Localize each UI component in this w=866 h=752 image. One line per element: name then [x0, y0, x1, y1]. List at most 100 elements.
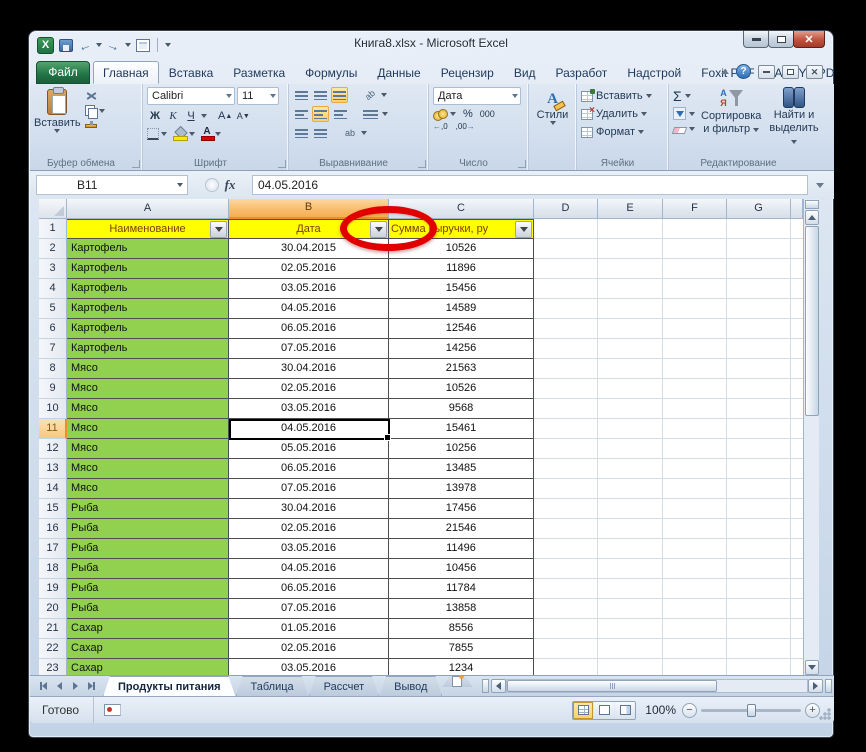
cell-F15[interactable] [663, 499, 727, 519]
cell-A1[interactable]: Наименование [67, 219, 229, 239]
scroll-right-button[interactable] [808, 678, 823, 693]
cell-C19[interactable]: 11784 [389, 579, 534, 599]
fill-icon[interactable] [673, 107, 686, 120]
tab-главная[interactable]: Главная [93, 61, 159, 84]
name-box[interactable]: B11 [36, 175, 188, 195]
row-header-1[interactable]: 1 [39, 219, 67, 239]
next-sheet-button[interactable] [68, 679, 83, 693]
cell-G17[interactable] [727, 539, 791, 559]
insert-cells-button[interactable]: Вставить [581, 87, 664, 105]
horizontal-split-handle[interactable] [825, 678, 832, 693]
filter-button-A1[interactable] [210, 221, 227, 238]
cell-D7[interactable] [534, 339, 598, 359]
cell-G13[interactable] [727, 459, 791, 479]
decrease-decimal-icon[interactable]: ,00→ [456, 123, 475, 131]
font-dialog-launcher-icon[interactable] [278, 160, 286, 168]
cell-E10[interactable] [598, 399, 663, 419]
underline-button[interactable]: Ч [183, 108, 199, 124]
sort-filter-button[interactable]: АЯ Сортировка и фильтр [701, 87, 761, 136]
sheet-tab-продукты-питания[interactable]: Продукты питания [103, 676, 236, 697]
wrap-text-button[interactable]: ab [342, 125, 358, 141]
cell-C16[interactable]: 21546 [389, 519, 534, 539]
cell-G21[interactable] [727, 619, 791, 639]
filter-button-C1[interactable] [515, 221, 532, 238]
cell-C6[interactable]: 12546 [389, 319, 534, 339]
cell-D15[interactable] [534, 499, 598, 519]
cell-F16[interactable] [663, 519, 727, 539]
zoom-slider-track[interactable] [701, 703, 801, 717]
cell-C18[interactable]: 10456 [389, 559, 534, 579]
cell-A3[interactable]: Картофель [67, 259, 229, 279]
cell-A23[interactable]: Сахар [67, 659, 229, 675]
bold-button[interactable]: Ж [147, 108, 163, 124]
page-break-view-button[interactable] [615, 701, 635, 719]
cell-F6[interactable] [663, 319, 727, 339]
row-header-5[interactable]: 5 [39, 299, 67, 319]
cell-A14[interactable]: Мясо [67, 479, 229, 499]
cell-F21[interactable] [663, 619, 727, 639]
tab-разметка[interactable]: Разметка [223, 61, 295, 84]
cell-C21[interactable]: 8556 [389, 619, 534, 639]
help-icon[interactable]: ? [736, 64, 751, 79]
zoom-in-button[interactable]: + [805, 702, 820, 718]
cell-A17[interactable]: Рыба [67, 539, 229, 559]
cell-D23[interactable] [534, 659, 598, 675]
cell-D8[interactable] [534, 359, 598, 379]
row-header-16[interactable]: 16 [39, 519, 67, 539]
cell-E15[interactable] [598, 499, 663, 519]
sheet-tab-таблица[interactable]: Таблица [236, 676, 309, 697]
cell-B10[interactable]: 03.05.2016 [229, 399, 389, 419]
vertical-split-handle[interactable] [804, 200, 819, 209]
cell-E17[interactable] [598, 539, 663, 559]
cell-A18[interactable]: Рыба [67, 559, 229, 579]
cell-A9[interactable]: Мясо [67, 379, 229, 399]
cell-G19[interactable] [727, 579, 791, 599]
row-header-4[interactable]: 4 [39, 279, 67, 299]
cell-A19[interactable]: Рыба [67, 579, 229, 599]
align-bottom-button[interactable] [331, 87, 348, 103]
cell-B21[interactable]: 01.05.2016 [229, 619, 389, 639]
cell-D1[interactable] [534, 219, 598, 239]
cell-G11[interactable] [727, 419, 791, 439]
cell-E8[interactable] [598, 359, 663, 379]
cell-G2[interactable] [727, 239, 791, 259]
cell-C20[interactable]: 13858 [389, 599, 534, 619]
row-header-12[interactable]: 12 [39, 439, 67, 459]
increase-indent-button[interactable] [312, 125, 328, 141]
cell-C9[interactable]: 10526 [389, 379, 534, 399]
cell-D18[interactable] [534, 559, 598, 579]
grid[interactable]: ABCDEFG 1 Наименование Дата Сумма выручк… [39, 199, 803, 675]
select-all-corner[interactable] [39, 199, 67, 219]
cancel-entry-button[interactable] [204, 178, 219, 192]
cell-C13[interactable]: 13485 [389, 459, 534, 479]
cell-B12[interactable]: 05.05.2016 [229, 439, 389, 459]
cell-E21[interactable] [598, 619, 663, 639]
cell-G20[interactable] [727, 599, 791, 619]
column-header-A[interactable]: A [67, 199, 229, 219]
cell-C12[interactable]: 10256 [389, 439, 534, 459]
cell-D21[interactable] [534, 619, 598, 639]
cell-A5[interactable]: Картофель [67, 299, 229, 319]
cell-B17[interactable]: 03.05.2016 [229, 539, 389, 559]
insert-sheet-tab[interactable] [442, 676, 472, 687]
cell-A10[interactable]: Мясо [67, 399, 229, 419]
alignment-dialog-launcher-icon[interactable] [418, 160, 426, 168]
row-header-20[interactable]: 20 [39, 599, 67, 619]
macro-record-icon[interactable] [104, 704, 122, 716]
cell-F9[interactable] [663, 379, 727, 399]
row-header-22[interactable]: 22 [39, 639, 67, 659]
cell-B9[interactable]: 02.05.2016 [229, 379, 389, 399]
cell-C15[interactable]: 17456 [389, 499, 534, 519]
vertical-scrollbar[interactable] [803, 199, 819, 675]
cell-A22[interactable]: Сахар [67, 639, 229, 659]
fill-color-icon[interactable] [173, 127, 188, 141]
cell-G22[interactable] [727, 639, 791, 659]
cell-C14[interactable]: 13978 [389, 479, 534, 499]
cell-F8[interactable] [663, 359, 727, 379]
cell-E3[interactable] [598, 259, 663, 279]
italic-button[interactable]: К [165, 108, 181, 124]
column-header-F[interactable]: F [663, 199, 727, 219]
minimize-button[interactable] [743, 31, 769, 48]
tab-рецензир[interactable]: Рецензир [431, 61, 504, 84]
tab-file[interactable]: Файл [36, 61, 90, 84]
